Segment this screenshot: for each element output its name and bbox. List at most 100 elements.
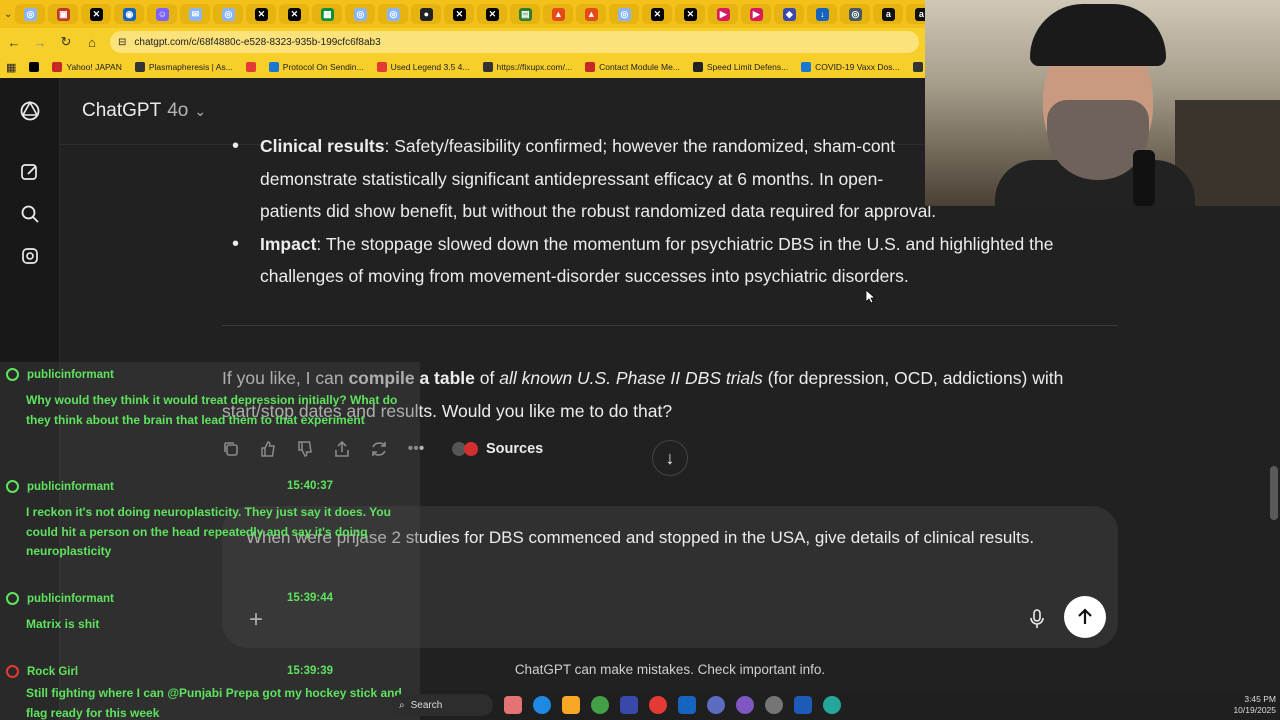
image-icon: ▣ xyxy=(56,7,70,21)
chat-text: Still fighting where I can @Punjabi Prep… xyxy=(26,686,402,720)
browser-tab[interactable]: ▲ xyxy=(543,4,574,24)
chart-icon: ▤ xyxy=(518,7,532,21)
browser-tab[interactable]: ✕ xyxy=(477,4,508,24)
source-favicon-icon xyxy=(464,442,478,456)
app-icon[interactable] xyxy=(620,696,638,714)
browser-tab[interactable]: a xyxy=(873,4,904,24)
url-field[interactable]: ⊟ chatgpt.com/c/68f4880c-e528-8323-935b-… xyxy=(110,31,919,53)
bookmark-item[interactable] xyxy=(245,62,256,72)
back-icon[interactable]: ← xyxy=(6,34,22,50)
x-icon: ✕ xyxy=(254,7,268,21)
tab-list: ◎▣✕◉☺✉◎✕✕▦◎◎●✕✕▤▲▲◎✕✕▶▶◆↓◎aa◎ xyxy=(15,4,970,24)
browser-tab[interactable]: ✉ xyxy=(180,4,211,24)
chat-username: Rock Girl xyxy=(27,665,79,678)
browser-tab[interactable]: ✕ xyxy=(279,4,310,24)
bookmark-item[interactable]: https://fixupx.com/... xyxy=(482,62,572,72)
browser-tab[interactable]: ◎ xyxy=(378,4,409,24)
app-icon[interactable] xyxy=(649,696,667,714)
user-badge-icon xyxy=(6,368,19,381)
browser-tab[interactable]: ◎ xyxy=(15,4,46,24)
bookmark-item[interactable]: Used Legend 3.5 4... xyxy=(376,62,470,72)
bookmark-item[interactable]: Speed Limit Defens... xyxy=(692,62,788,72)
bookmark-item[interactable]: Plasmapheresis | As... xyxy=(134,62,233,72)
browser-tab[interactable]: ▦ xyxy=(312,4,343,24)
bookmark-item[interactable]: Contact Module Me... xyxy=(585,62,680,72)
bookmark-item[interactable] xyxy=(29,62,40,72)
webcam-overlay xyxy=(925,0,1280,206)
chrome-icon[interactable] xyxy=(591,696,609,714)
openai-logo-icon[interactable] xyxy=(16,97,44,125)
browser-tab[interactable]: ▶ xyxy=(708,4,739,24)
bookmark-label: Yahoo! JAPAN xyxy=(66,62,122,72)
gpts-icon[interactable] xyxy=(16,242,44,270)
browser-tab[interactable]: ● xyxy=(411,4,442,24)
browser-tab[interactable]: ✕ xyxy=(675,4,706,24)
new-chat-icon[interactable] xyxy=(16,158,44,186)
browser-tab[interactable]: ✕ xyxy=(81,4,112,24)
clock-date: 10/19/2025 xyxy=(1233,705,1276,715)
browser-tab[interactable]: ▲ xyxy=(576,4,607,24)
scroll-to-bottom-button[interactable]: ↓ xyxy=(652,440,688,476)
globe-icon: ◎ xyxy=(23,7,37,21)
app-icon[interactable] xyxy=(823,696,841,714)
system-clock[interactable]: 3:45 PM 10/19/2025 xyxy=(1220,694,1276,716)
browser-tab-strip: ⌄ ◎▣✕◉☺✉◎✕✕▦◎◎●✕✕▤▲▲◎✕✕▶▶◆↓◎aa◎ xyxy=(0,0,970,28)
browser-tab[interactable]: ◆ xyxy=(774,4,805,24)
bullet-label: Clinical results xyxy=(260,136,385,156)
bookmark-favicon-icon xyxy=(912,62,923,72)
sources-button[interactable]: Sources xyxy=(452,441,543,457)
microphone-button[interactable] xyxy=(1024,606,1050,632)
search-icon: ⌕ xyxy=(399,699,405,711)
apps-grid-icon[interactable]: ▦ xyxy=(6,61,16,74)
bookmark-item[interactable]: watch xyxy=(912,62,925,72)
address-bar-row: ← → ↻ ⌂ ⊟ chatgpt.com/c/68f4880c-e528-83… xyxy=(0,28,925,56)
viber-icon[interactable] xyxy=(736,696,754,714)
browser-tab[interactable]: ▣ xyxy=(48,4,79,24)
search-icon[interactable] xyxy=(16,200,44,228)
x-icon: ✕ xyxy=(452,7,466,21)
browser-tab[interactable]: ☺ xyxy=(147,4,178,24)
bookmark-label: Plasmapheresis | As... xyxy=(148,62,233,72)
browser-tab[interactable]: ↓ xyxy=(807,4,838,24)
browser-tab[interactable]: ◎ xyxy=(345,4,376,24)
bookmark-favicon-icon xyxy=(801,62,812,72)
browser-tab[interactable]: ✕ xyxy=(444,4,475,24)
tab-search-dropdown[interactable]: ⌄ xyxy=(4,4,13,24)
widgets-icon[interactable] xyxy=(504,696,522,714)
home-icon[interactable]: ⌂ xyxy=(84,34,100,50)
bookmark-item[interactable]: Yahoo! JAPAN xyxy=(52,62,122,72)
bookmark-favicon-icon xyxy=(268,62,279,72)
browser-tab[interactable]: ◎ xyxy=(609,4,640,24)
bookmark-item[interactable]: Protocol On Sendin... xyxy=(268,62,364,72)
send-button[interactable] xyxy=(1064,596,1106,638)
windows-taskbar: ⌕ Search 3:45 PM 10/19/2025 xyxy=(391,690,1280,720)
message-divider xyxy=(222,325,1118,326)
taskbar-search[interactable]: ⌕ Search xyxy=(391,694,493,716)
bookmark-item[interactable]: COVID-19 Vaxx Dos... xyxy=(801,62,900,72)
forward-icon[interactable]: → xyxy=(32,34,48,50)
file-explorer-icon[interactable] xyxy=(562,696,580,714)
reload-icon[interactable]: ↻ xyxy=(58,34,74,50)
site-info-icon[interactable]: ⊟ xyxy=(118,37,126,48)
bookmark-favicon-icon xyxy=(134,62,145,72)
bullet-text: : Safety/feasibility confirmed; however … xyxy=(384,136,896,156)
outlook-icon[interactable] xyxy=(678,696,696,714)
edge-icon[interactable] xyxy=(533,696,551,714)
globe-icon: ◎ xyxy=(848,7,862,21)
chat-text: I reckon it's not doing neuroplasticity.… xyxy=(26,505,391,558)
browser-tab[interactable]: ◉ xyxy=(114,4,145,24)
scrollbar[interactable] xyxy=(1270,466,1278,520)
browser-tab[interactable]: ▤ xyxy=(510,4,541,24)
x-icon: ✕ xyxy=(485,7,499,21)
browser-tab[interactable]: ✕ xyxy=(246,4,277,24)
browser-tab[interactable]: ◎ xyxy=(840,4,871,24)
word-icon[interactable] xyxy=(794,696,812,714)
discord-icon[interactable] xyxy=(707,696,725,714)
model-version: 4o xyxy=(167,100,189,121)
model-picker[interactable]: ChatGPT 4o ⌄ xyxy=(82,100,206,122)
app-icon[interactable] xyxy=(765,696,783,714)
browser-tab[interactable]: ✕ xyxy=(642,4,673,24)
browser-tab[interactable]: ▶ xyxy=(741,4,772,24)
browser-tab[interactable]: ◎ xyxy=(213,4,244,24)
chat-message: publicinformant 15:39:44 Matrix is shit xyxy=(6,592,416,635)
